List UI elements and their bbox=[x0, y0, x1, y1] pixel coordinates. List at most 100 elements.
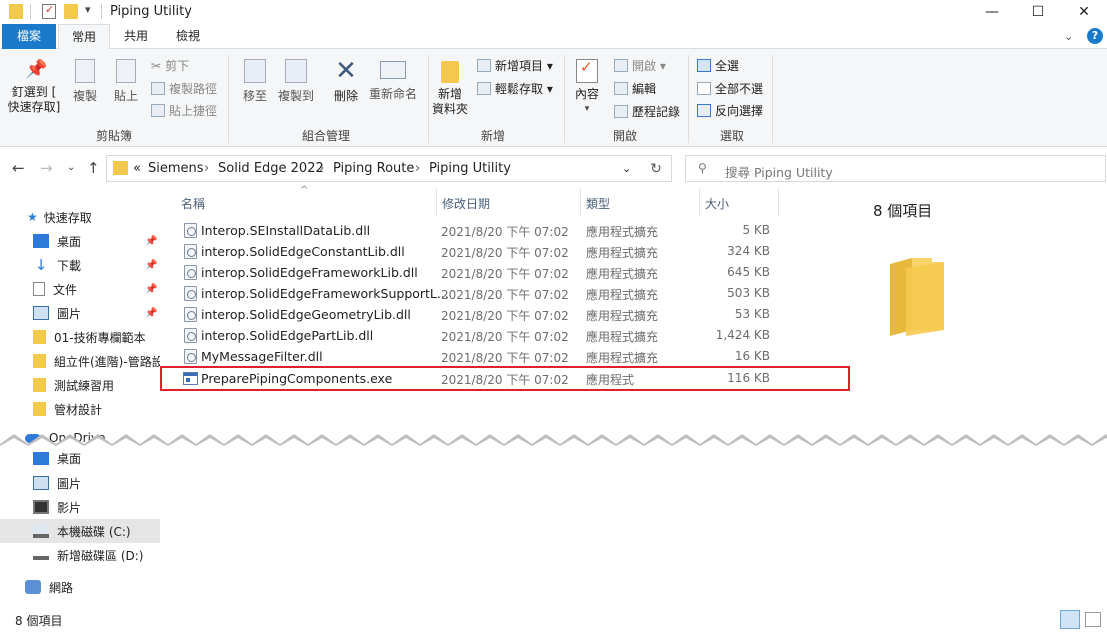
tab-file[interactable]: 檔案 bbox=[2, 24, 56, 49]
breadcrumb-solid-edge[interactable]: Solid Edge 2022 bbox=[218, 161, 324, 176]
folder-icon bbox=[113, 161, 128, 175]
file-type: 應用程式擴充 bbox=[586, 330, 659, 344]
large-icons-view-icon[interactable] bbox=[1085, 612, 1101, 627]
nav-item-pictures[interactable]: 圖片 📌 bbox=[0, 301, 160, 325]
address-bar[interactable]: « Siemens › Solid Edge 2022 › Piping Rou… bbox=[106, 155, 672, 182]
refresh-icon[interactable]: ↻ bbox=[641, 155, 672, 182]
maximize-button[interactable]: ☐ bbox=[1015, 0, 1061, 24]
file-type: 應用程式擴充 bbox=[586, 309, 659, 323]
paste-button[interactable]: 貼上 bbox=[109, 53, 143, 104]
minimize-button[interactable]: — bbox=[969, 0, 1015, 24]
column-separator[interactable] bbox=[778, 188, 779, 216]
properties-button[interactable]: ✓ 內容 ▾ bbox=[570, 53, 604, 117]
dll-file-icon bbox=[184, 328, 197, 343]
paste-shortcut-button[interactable]: 貼上捷徑 bbox=[151, 102, 217, 119]
copy-path-button[interactable]: 複製路徑 bbox=[151, 80, 217, 97]
column-header-type[interactable]: 類型 bbox=[586, 195, 610, 212]
nav-item-folder[interactable]: 01-技術專欄範本 bbox=[0, 325, 160, 349]
file-row[interactable]: interop.SolidEdgePartLib.dll 2021/8/20 下午… bbox=[175, 325, 785, 346]
properties-qa-button[interactable]: ✓ bbox=[42, 3, 56, 19]
address-dropdown-icon[interactable]: ⌄ bbox=[622, 162, 631, 175]
details-view-icon[interactable] bbox=[1060, 610, 1080, 629]
history-button[interactable]: 歷程記錄 bbox=[614, 103, 680, 120]
edit-button[interactable]: 編輯 bbox=[614, 80, 656, 97]
up-arrow-icon[interactable]: ↑ bbox=[87, 159, 100, 177]
nav-item-desktop[interactable]: 桌面 📌 bbox=[0, 229, 160, 253]
properties-label: 內容 bbox=[574, 87, 599, 101]
select-none-button[interactable]: 全部不選 bbox=[697, 80, 763, 97]
nav-item-local-disk-c[interactable]: 本機磁碟 (C:) bbox=[0, 519, 160, 543]
help-icon[interactable]: ? bbox=[1087, 28, 1103, 44]
cut-button[interactable]: ✂ 剪下 bbox=[151, 57, 189, 74]
column-header-name[interactable]: 名稱 bbox=[181, 195, 205, 212]
tab-home[interactable]: 常用 bbox=[58, 24, 110, 50]
breadcrumb-siemens[interactable]: Siemens bbox=[148, 161, 204, 176]
column-separator[interactable] bbox=[436, 188, 437, 216]
nav-item-disk-d[interactable]: 新增磁碟區 (D:) bbox=[0, 543, 160, 567]
file-row[interactable]: interop.SolidEdgeGeometryLib.dll 2021/8/2… bbox=[175, 304, 785, 325]
open-button[interactable]: 開啟 ▾ bbox=[614, 57, 666, 74]
tab-share[interactable]: 共用 bbox=[112, 24, 160, 49]
file-row[interactable]: Interop.SEInstallDataLib.dll 2021/8/20 下午… bbox=[175, 220, 785, 241]
easy-access-button[interactable]: 輕鬆存取 ▾ bbox=[477, 80, 553, 97]
rename-button[interactable]: 重新命名 bbox=[368, 53, 418, 102]
nav-label: 組立件(進階)-管路設 bbox=[54, 354, 160, 369]
file-name: interop.SolidEdgeGeometryLib.dll bbox=[201, 307, 411, 322]
nav-item-folder[interactable]: 測試練習用 bbox=[0, 373, 160, 397]
nav-item-downloads[interactable]: ↓ 下載 📌 bbox=[0, 253, 160, 277]
copy-button[interactable]: 複製 bbox=[68, 53, 102, 104]
window-title: Piping Utility bbox=[110, 4, 192, 19]
invert-selection-button[interactable]: 反向選擇 bbox=[697, 102, 763, 119]
status-item-count: 8 個項目 bbox=[15, 614, 63, 628]
file-row[interactable]: interop.SolidEdgeFrameworkLib.dll 2021/8/… bbox=[175, 262, 785, 283]
nav-item-videos[interactable]: 影片 bbox=[0, 495, 160, 519]
nav-item-pictures-pc[interactable]: 圖片 bbox=[0, 471, 160, 495]
nav-label: 影片 bbox=[57, 500, 82, 515]
move-to-button[interactable]: 移至 bbox=[238, 53, 272, 104]
column-separator[interactable] bbox=[580, 188, 581, 216]
breadcrumb-piping-utility[interactable]: Piping Utility bbox=[429, 161, 511, 176]
breadcrumb-piping-route[interactable]: Piping Route bbox=[333, 161, 414, 176]
download-icon: ↓ bbox=[34, 256, 48, 274]
select-all-button[interactable]: 全選 bbox=[697, 57, 739, 74]
nav-item-documents[interactable]: 文件 📌 bbox=[0, 277, 160, 301]
nav-quick-access[interactable]: ★ 快速存取 bbox=[0, 205, 160, 229]
breadcrumb-separator: › bbox=[415, 161, 421, 176]
new-item-button[interactable]: 新增項目 ▾ bbox=[477, 57, 553, 74]
pin-quick-access-button[interactable]: 📌 釘選到 [ 快速存取] bbox=[6, 53, 62, 115]
nav-item-folder[interactable]: 組立件(進階)-管路設 bbox=[0, 349, 160, 373]
rename-label: 重新命名 bbox=[368, 87, 417, 101]
file-type: 應用程式擴充 bbox=[586, 351, 659, 365]
forward-arrow-icon[interactable]: → bbox=[40, 159, 53, 177]
nav-item-folder[interactable]: 管材設計 bbox=[0, 397, 160, 421]
copy-icon bbox=[75, 59, 95, 83]
open-icon bbox=[614, 59, 628, 72]
preview-folder-icon bbox=[888, 258, 944, 338]
column-separator[interactable] bbox=[699, 188, 700, 216]
customize-qa-dropdown[interactable]: ▾ bbox=[85, 3, 91, 16]
new-folder-button[interactable]: 新增 資料夾 bbox=[430, 53, 470, 117]
tab-view[interactable]: 檢視 bbox=[162, 24, 214, 49]
close-button[interactable]: ✕ bbox=[1061, 0, 1107, 24]
column-header-size[interactable]: 大小 bbox=[705, 195, 729, 212]
delete-button[interactable]: ✕ 刪除 bbox=[330, 53, 362, 104]
file-type: 應用程式擴充 bbox=[586, 225, 659, 239]
file-row[interactable]: interop.SolidEdgeConstantLib.dll 2021/8/2… bbox=[175, 241, 785, 262]
copy-to-button[interactable]: 複製到 bbox=[276, 53, 316, 104]
breadcrumb-overflow[interactable]: « bbox=[133, 161, 141, 176]
recent-locations-icon[interactable]: ⌄ bbox=[67, 162, 75, 173]
collapse-ribbon-icon[interactable]: ⌄ bbox=[1064, 30, 1073, 43]
new-folder-qa-button[interactable] bbox=[64, 4, 78, 19]
back-arrow-icon[interactable]: ← bbox=[12, 159, 25, 177]
column-header-date[interactable]: 修改日期 bbox=[442, 195, 490, 212]
history-icon bbox=[614, 105, 628, 118]
paste-label: 貼上 bbox=[113, 89, 138, 103]
pin-icon: 📌 bbox=[25, 59, 48, 80]
search-input[interactable]: ⚲ 搜尋 Piping Utility bbox=[685, 155, 1106, 182]
file-name: interop.SolidEdgeConstantLib.dll bbox=[201, 244, 405, 259]
drive-icon bbox=[33, 550, 49, 560]
nav-network[interactable]: 網路 bbox=[0, 575, 160, 599]
new-item-icon bbox=[477, 59, 491, 72]
file-row[interactable]: interop.SolidEdgeFrameworkSupportL... 202… bbox=[175, 283, 785, 304]
file-row[interactable]: MyMessageFilter.dll 2021/8/20 下午 07:02 應用程… bbox=[175, 346, 785, 367]
